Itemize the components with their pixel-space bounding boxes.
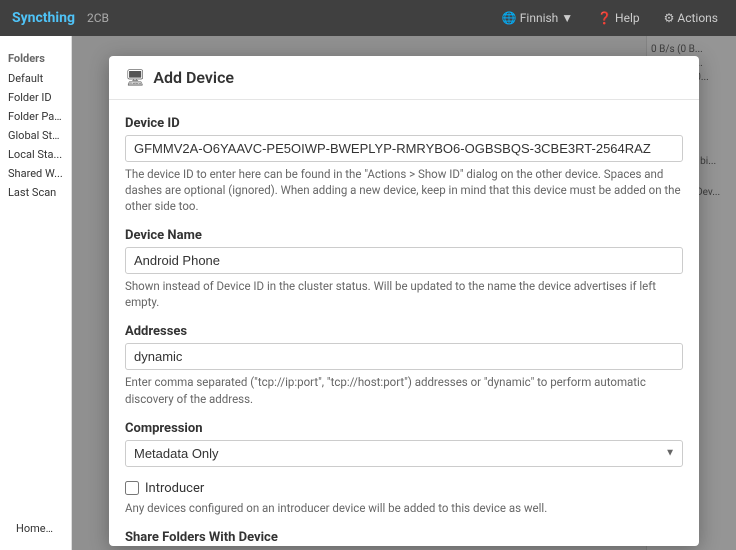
brand-label: Syncthing	[12, 10, 75, 26]
addresses-input[interactable]	[125, 343, 683, 370]
addresses-help: Enter comma separated ("tcp://ip:port", …	[125, 374, 683, 406]
device-id-help: The device ID to enter here can be found…	[125, 166, 683, 214]
device-name-label: Device Name	[125, 228, 683, 243]
introducer-checkbox[interactable]	[125, 481, 139, 495]
compression-label: Compression	[125, 421, 683, 436]
top-bar: Syncthing 2CB 🌐 Finnish ▼ ❓ Help ⚙ Actio…	[0, 0, 736, 36]
finnish-button[interactable]: 🌐 Finnish ▼	[496, 9, 579, 27]
addresses-group: Addresses Enter comma separated ("tcp://…	[125, 324, 683, 406]
help-button[interactable]: ❓ Help	[591, 9, 646, 27]
introducer-checkbox-label[interactable]: Introducer	[145, 481, 204, 496]
add-device-modal: 🖥 Add Device Device ID The device ID to …	[109, 56, 699, 546]
introducer-checkbox-group: Introducer	[125, 481, 683, 496]
share-folders-group: Share Folders With Device Select the fol…	[125, 530, 683, 546]
introducer-group: Introducer Any devices configured on an …	[125, 481, 683, 516]
sidebar-item-folder-path[interactable]: Folder Pat...	[0, 107, 71, 126]
sidebar-section-folders: Folders	[0, 48, 71, 69]
share-folders-title: Share Folders With Device	[125, 530, 683, 545]
compression-select[interactable]: Metadata Only All Data Nothing	[125, 440, 683, 467]
sidebar-item-default[interactable]: Default	[0, 69, 71, 88]
sidebar-item-local-state[interactable]: Local Sta...	[0, 145, 71, 164]
modal-header: 🖥 Add Device	[109, 56, 699, 100]
introducer-help: Any devices configured on an introducer …	[125, 500, 683, 516]
device-name-input[interactable]	[125, 247, 683, 274]
sidebar: Folders Default Folder ID Folder Pat... …	[0, 36, 72, 550]
device-id-group: Device ID The device ID to enter here ca…	[125, 116, 683, 214]
modal-backdrop: 🖥 Add Device Device ID The device ID to …	[72, 36, 736, 550]
modal-body: Device ID The device ID to enter here ca…	[109, 100, 699, 546]
device-name-help: Shown instead of Device ID in the cluste…	[125, 278, 683, 310]
sidebar-item-global-state[interactable]: Global Sta...	[0, 126, 71, 145]
compression-group: Compression Metadata Only All Data Nothi…	[125, 421, 683, 467]
compression-select-wrapper: Metadata Only All Data Nothing	[125, 440, 683, 467]
device-name-group: Device Name Shown instead of Device ID i…	[125, 228, 683, 310]
monitor-icon: 🖥	[125, 68, 145, 87]
sidebar-item-last-scan[interactable]: Last Scan	[0, 183, 71, 202]
addresses-label: Addresses	[125, 324, 683, 339]
actions-button[interactable]: ⚙ Actions	[658, 9, 724, 27]
version-label: 2CB	[87, 11, 109, 25]
sidebar-item-folder-id[interactable]: Folder ID	[0, 88, 71, 107]
modal-title: Add Device	[153, 68, 234, 87]
device-id-label: Device ID	[125, 116, 683, 131]
device-id-input[interactable]	[125, 135, 683, 162]
home-page-link[interactable]: Home page	[8, 519, 63, 538]
sidebar-item-shared-with[interactable]: Shared W...	[0, 164, 71, 183]
